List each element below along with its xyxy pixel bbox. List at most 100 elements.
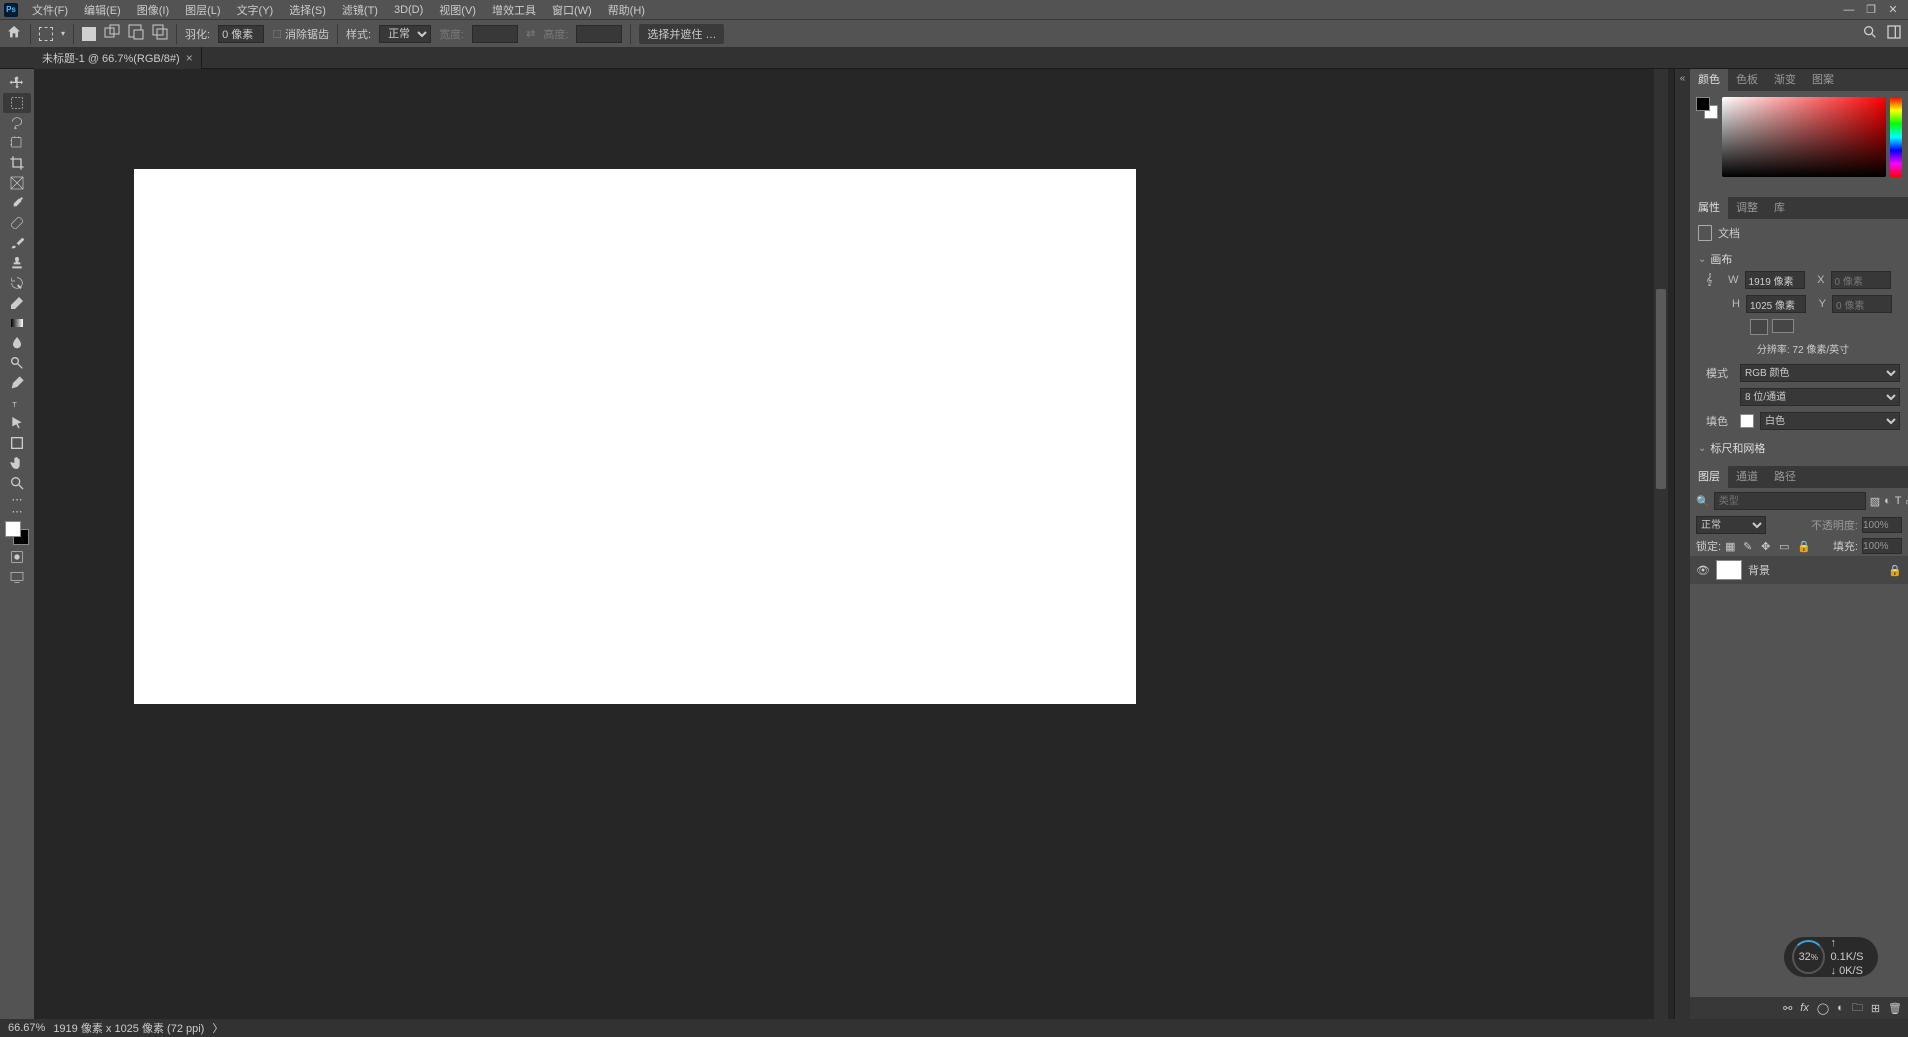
marquee-flyout-icon[interactable]: ▾: [61, 29, 65, 38]
tab-library[interactable]: 库: [1766, 197, 1793, 219]
feather-input[interactable]: [218, 25, 264, 43]
hue-slider[interactable]: [1890, 97, 1902, 177]
width-field[interactable]: [1745, 271, 1805, 289]
bit-depth-select[interactable]: 8 位/通道: [1740, 388, 1900, 406]
menu-3d[interactable]: 3D(D): [386, 4, 431, 16]
layer-fx-icon[interactable]: fx: [1800, 1002, 1809, 1014]
move-tool-icon[interactable]: [3, 73, 31, 93]
menu-view[interactable]: 视图(V): [431, 2, 484, 18]
status-flyout-icon[interactable]: 〉: [212, 1020, 223, 1036]
gradient-tool-icon[interactable]: [3, 313, 31, 333]
link-dim-icon[interactable]: 𝄞: [1706, 274, 1713, 287]
collapsed-dock[interactable]: «: [1674, 69, 1690, 1019]
lock-position-icon[interactable]: ✎: [1743, 540, 1757, 553]
hand-tool-icon[interactable]: [3, 453, 31, 473]
menu-image[interactable]: 图像(I): [129, 2, 177, 18]
zoom-level[interactable]: 66.67%: [8, 1022, 45, 1034]
fill-select[interactable]: 白色: [1760, 412, 1900, 430]
menu-plugins[interactable]: 增效工具: [484, 2, 544, 18]
doc-dimensions[interactable]: 1919 像素 x 1025 像素 (72 ppi): [53, 1020, 204, 1036]
close-tab-icon[interactable]: ×: [186, 51, 193, 65]
color-swatches[interactable]: [3, 519, 31, 547]
select-and-mask-button[interactable]: 选择并遮住 …: [639, 24, 724, 44]
canvas-area[interactable]: [34, 69, 1674, 1019]
heal-tool-icon[interactable]: [3, 213, 31, 233]
selection-intersect-icon[interactable]: [152, 24, 168, 43]
blend-mode-select[interactable]: 正常: [1696, 516, 1766, 534]
search-icon[interactable]: [1862, 24, 1878, 43]
menu-help[interactable]: 帮助(H): [600, 2, 653, 18]
menu-filter[interactable]: 滤镜(T): [334, 2, 386, 18]
opacity-input[interactable]: [1862, 517, 1902, 533]
style-select[interactable]: 正常: [379, 25, 431, 43]
tab-gradient[interactable]: 渐变: [1766, 69, 1804, 91]
fill-swatch-icon[interactable]: [1740, 414, 1754, 428]
window-close-icon[interactable]: ✕: [1882, 0, 1904, 19]
marquee-tool-icon[interactable]: [39, 27, 53, 41]
filter-pixel-icon[interactable]: ▧: [1870, 494, 1880, 508]
history-brush-tool-icon[interactable]: [3, 273, 31, 293]
menu-edit[interactable]: 编辑(E): [76, 2, 129, 18]
lasso-tool-icon[interactable]: [3, 113, 31, 133]
home-icon[interactable]: [6, 24, 22, 43]
tab-properties[interactable]: 属性: [1690, 197, 1728, 219]
lock-move-icon[interactable]: ✥: [1761, 540, 1775, 553]
color-picker[interactable]: [1722, 97, 1886, 177]
filter-search-icon[interactable]: 🔍: [1696, 495, 1710, 508]
quickmask-icon[interactable]: [3, 547, 31, 567]
brush-tool-icon[interactable]: [3, 233, 31, 253]
workspace-icon[interactable]: [1886, 24, 1902, 43]
tab-adjustments[interactable]: 调整: [1728, 197, 1766, 219]
menu-window[interactable]: 窗口(W): [544, 2, 600, 18]
zoom-tool-icon[interactable]: [3, 473, 31, 493]
blur-tool-icon[interactable]: [3, 333, 31, 353]
eyedropper-tool-icon[interactable]: [3, 193, 31, 213]
stamp-tool-icon[interactable]: [3, 253, 31, 273]
screenmode-icon[interactable]: [3, 567, 31, 587]
window-minimize-icon[interactable]: —: [1838, 0, 1860, 19]
document-tab[interactable]: 未标题-1 @ 66.7%(RGB/8#) ×: [34, 47, 202, 69]
layer-mask-icon[interactable]: ◯: [1817, 1002, 1829, 1015]
path-select-tool-icon[interactable]: [3, 413, 31, 433]
layer-filter-input[interactable]: [1714, 492, 1866, 510]
dodge-tool-icon[interactable]: [3, 353, 31, 373]
orientation-landscape-icon[interactable]: [1772, 319, 1794, 333]
expand-dock-icon[interactable]: «: [1675, 69, 1690, 84]
edit-toolbar-icon[interactable]: ⋯: [3, 505, 31, 517]
selection-new-icon[interactable]: [82, 27, 96, 41]
height-field[interactable]: [1746, 295, 1806, 313]
group-icon[interactable]: 🗀: [1852, 999, 1863, 1018]
color-fg-bg-swatches[interactable]: [1696, 97, 1718, 119]
tab-color[interactable]: 颜色: [1690, 69, 1728, 91]
frame-tool-icon[interactable]: [3, 173, 31, 193]
orientation-portrait-icon[interactable]: [1750, 319, 1768, 335]
tab-pattern[interactable]: 图案: [1804, 69, 1842, 91]
tab-paths[interactable]: 路径: [1766, 466, 1804, 488]
rulers-section-toggle[interactable]: 标尺和网格: [1698, 436, 1900, 460]
crop-tool-icon[interactable]: [3, 153, 31, 173]
eraser-tool-icon[interactable]: [3, 293, 31, 313]
shape-tool-icon[interactable]: [3, 433, 31, 453]
menu-select[interactable]: 选择(S): [281, 2, 334, 18]
wand-tool-icon[interactable]: [3, 133, 31, 153]
type-tool-icon[interactable]: T: [3, 393, 31, 413]
marquee-tool-icon[interactable]: [3, 93, 31, 113]
lock-artboard-icon[interactable]: ▭: [1779, 540, 1793, 553]
menu-file[interactable]: 文件(F): [24, 2, 76, 18]
menu-layer[interactable]: 图层(L): [177, 2, 228, 18]
link-layers-icon[interactable]: ⚯: [1783, 1002, 1792, 1015]
fill-opacity-input[interactable]: [1862, 538, 1902, 554]
canvas[interactable]: [134, 169, 1136, 704]
adjustment-layer-icon[interactable]: ◐: [1837, 1002, 1844, 1014]
delete-layer-icon[interactable]: 🗑: [1888, 1002, 1902, 1015]
more-tools-icon[interactable]: ⋯: [3, 493, 31, 505]
canvas-section-toggle[interactable]: 画布: [1698, 247, 1900, 271]
window-maximize-icon[interactable]: ❐: [1860, 0, 1882, 19]
visibility-icon[interactable]: 👁: [1696, 564, 1710, 577]
selection-subtract-icon[interactable]: [128, 24, 144, 43]
tab-channels[interactable]: 通道: [1728, 466, 1766, 488]
tab-layers[interactable]: 图层: [1690, 466, 1728, 488]
lock-pixels-icon[interactable]: ▦: [1725, 540, 1739, 553]
filter-type-icon[interactable]: T: [1895, 494, 1902, 508]
layer-row[interactable]: 👁 背景 🔒: [1690, 556, 1908, 584]
